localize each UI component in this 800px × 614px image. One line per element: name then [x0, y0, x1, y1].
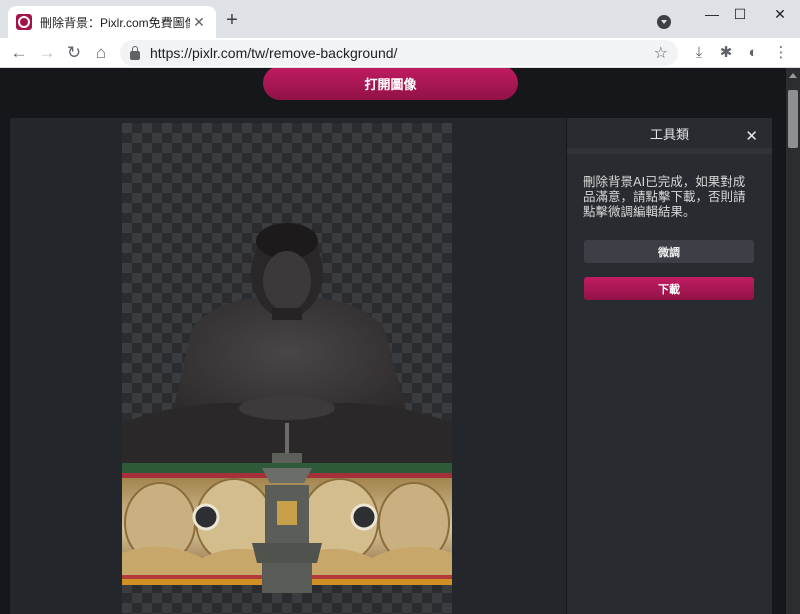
panel-title: 工具類 — [649, 127, 689, 143]
download-icon[interactable]: ⤓ — [689, 43, 709, 63]
window-close-button[interactable]: ✕ — [765, 4, 795, 24]
pixlr-favicon-icon — [16, 14, 32, 30]
back-icon[interactable]: ← — [8, 42, 30, 64]
editor-workspace — [10, 118, 566, 614]
fine-tune-button[interactable]: 微調 — [584, 240, 754, 263]
tools-panel: 工具類 ✕ 刪除背景AI已完成，如果對成品滿意，請點擊下載，否則請點擊微調編輯結… — [567, 118, 772, 614]
browser-toolbar: ← → ↻ ⌂ https://pixlr.com/tw/remove-back… — [0, 38, 800, 68]
reload-icon[interactable]: ↻ — [63, 42, 85, 64]
url-text[interactable]: https://pixlr.com/tw/remove-background/ — [150, 45, 654, 61]
new-tab-button[interactable]: + — [222, 10, 242, 30]
scroll-thumb[interactable] — [788, 90, 798, 148]
image-canvas[interactable] — [122, 123, 452, 614]
forward-icon[interactable]: → — [36, 42, 58, 64]
panel-header: 工具類 ✕ — [567, 118, 772, 154]
lock-icon[interactable] — [130, 45, 140, 60]
tab-close-icon[interactable]: ✕ — [190, 14, 208, 31]
browser-tab[interactable]: 刪除背景：Pixlr.com免費圖像編輯器 ✕ — [8, 6, 216, 38]
page-scrollbar[interactable] — [786, 68, 800, 614]
download-button[interactable]: 下載 — [584, 277, 754, 300]
window-minimize-button[interactable]: — — [697, 4, 727, 24]
open-image-button[interactable]: 打開圖像 — [263, 68, 518, 100]
scroll-up-arrow-icon[interactable] — [789, 73, 797, 78]
tab-search-icon[interactable] — [657, 15, 671, 29]
buddha-statue-image — [122, 223, 452, 593]
extensions-icon[interactable]: ✱ — [716, 43, 736, 63]
browser-tab-strip: 刪除背景：Pixlr.com免費圖像編輯器 ✕ + — ☐ ✕ — [0, 0, 800, 38]
window-maximize-button[interactable]: ☐ — [725, 4, 755, 24]
completion-message: 刪除背景AI已完成，如果對成品滿意，請點擊下載，否則請點擊微調編輯結果。 — [583, 174, 746, 219]
menu-icon[interactable]: ⋮ — [771, 43, 791, 63]
address-bar[interactable]: https://pixlr.com/tw/remove-background/ … — [120, 40, 678, 66]
tab-title: 刪除背景：Pixlr.com免費圖像編輯器 — [40, 15, 190, 30]
star-icon[interactable]: ☆ — [654, 43, 668, 63]
panel-close-icon[interactable]: ✕ — [745, 127, 758, 145]
home-icon[interactable]: ⌂ — [90, 42, 112, 64]
page-content: 打開圖像 工具類 ✕ 刪除背景AI已完成，如果對成品滿意，請點擊下載，否則請點擊… — [0, 68, 800, 614]
profile-icon[interactable]: ◐ — [743, 43, 763, 63]
